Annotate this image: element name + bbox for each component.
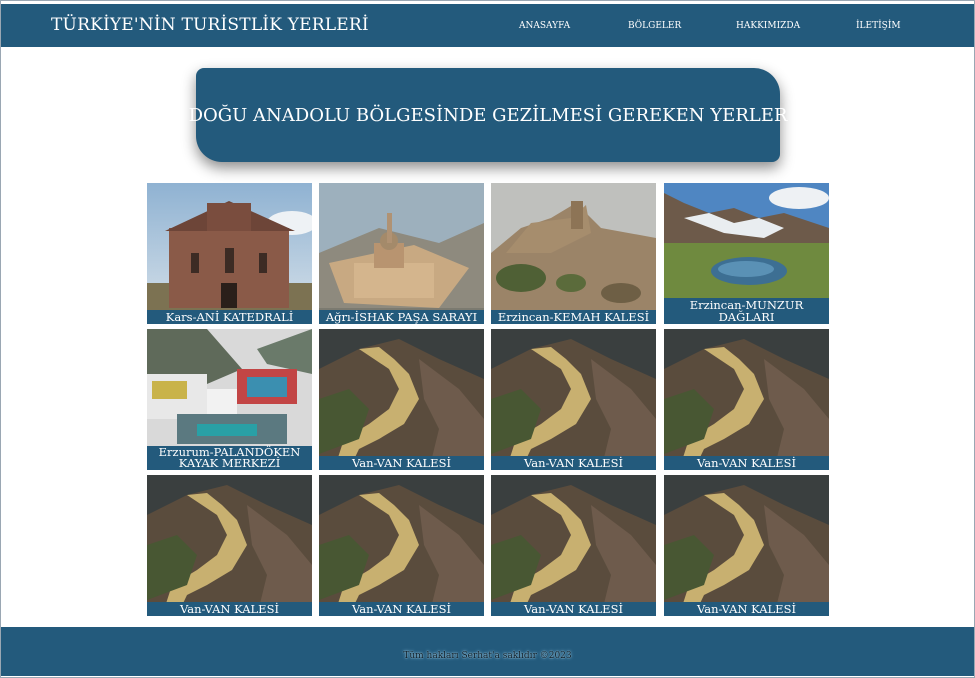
place-card[interactable]: Kars-ANİ KATEDRALİ — [147, 183, 312, 324]
site-brand[interactable]: TÜRKİYE'NİN TURİSTLİK YERLERİ — [51, 15, 369, 35]
place-card[interactable]: Van-VAN KALESİ — [491, 475, 656, 616]
fortress-photo — [664, 329, 829, 470]
top-navbar: TÜRKİYE'NİN TURİSTLİK YERLERİ ANASAYFA B… — [1, 4, 974, 47]
fortress-photo — [319, 475, 484, 616]
card-caption: Van-VAN KALESİ — [664, 456, 829, 470]
card-caption: Van-VAN KALESİ — [491, 456, 656, 470]
fortress-photo — [491, 329, 656, 470]
nav-bolgeler[interactable]: BÖLGELER — [628, 21, 681, 31]
card-caption: Van-VAN KALESİ — [319, 602, 484, 616]
card-caption: Van-VAN KALESİ — [319, 456, 484, 470]
nav-anasayfa[interactable]: ANASAYFA — [519, 21, 570, 31]
place-card[interactable]: Van-VAN KALESİ — [147, 475, 312, 616]
place-card[interactable]: Erzincan-MUNZUR DAĞLARI — [664, 183, 829, 324]
card-caption: Erzurum-PALANDÖKEN KAYAK MERKEZİ — [147, 446, 312, 470]
hero-title: DOĞU ANADOLU BÖLGESİNDE GEZİLMESİ GEREKE… — [189, 68, 787, 162]
place-card[interactable]: Van-VAN KALESİ — [319, 329, 484, 470]
card-caption: Van-VAN KALESİ — [664, 602, 829, 616]
ruin-photo — [491, 183, 656, 324]
nav-iletisim[interactable]: İLETİŞİM — [856, 21, 901, 31]
place-card[interactable]: Van-VAN KALESİ — [664, 329, 829, 470]
nav-hakkimizda[interactable]: HAKKIMIZDA — [736, 21, 800, 31]
fortress-photo — [147, 475, 312, 616]
card-caption: Ağrı-İSHAK PAŞA SARAYI — [319, 310, 484, 324]
place-card[interactable]: Ağrı-İSHAK PAŞA SARAYI — [319, 183, 484, 324]
copyright-text: Tüm hakları Serhat'a saklıdır ©2023 — [403, 651, 572, 661]
fortress-photo — [491, 475, 656, 616]
card-caption: Erzincan-KEMAH KALESİ — [491, 310, 656, 324]
place-card[interactable]: Erzurum-PALANDÖKEN KAYAK MERKEZİ — [147, 329, 312, 470]
place-card[interactable]: Van-VAN KALESİ — [319, 475, 484, 616]
place-card[interactable]: Van-VAN KALESİ — [491, 329, 656, 470]
cathedral-photo — [147, 183, 312, 324]
card-caption: Van-VAN KALESİ — [491, 602, 656, 616]
card-caption: Erzincan-MUNZUR DAĞLARI — [664, 298, 829, 324]
card-caption: Van-VAN KALESİ — [147, 602, 312, 616]
palace-photo — [319, 183, 484, 324]
fortress-photo — [319, 329, 484, 470]
fortress-photo — [664, 475, 829, 616]
page-footer: Tüm hakları Serhat'a saklıdır ©2023 — [1, 627, 974, 676]
place-card[interactable]: Erzincan-KEMAH KALESİ — [491, 183, 656, 324]
card-caption: Kars-ANİ KATEDRALİ — [147, 310, 312, 324]
place-card[interactable]: Van-VAN KALESİ — [664, 475, 829, 616]
